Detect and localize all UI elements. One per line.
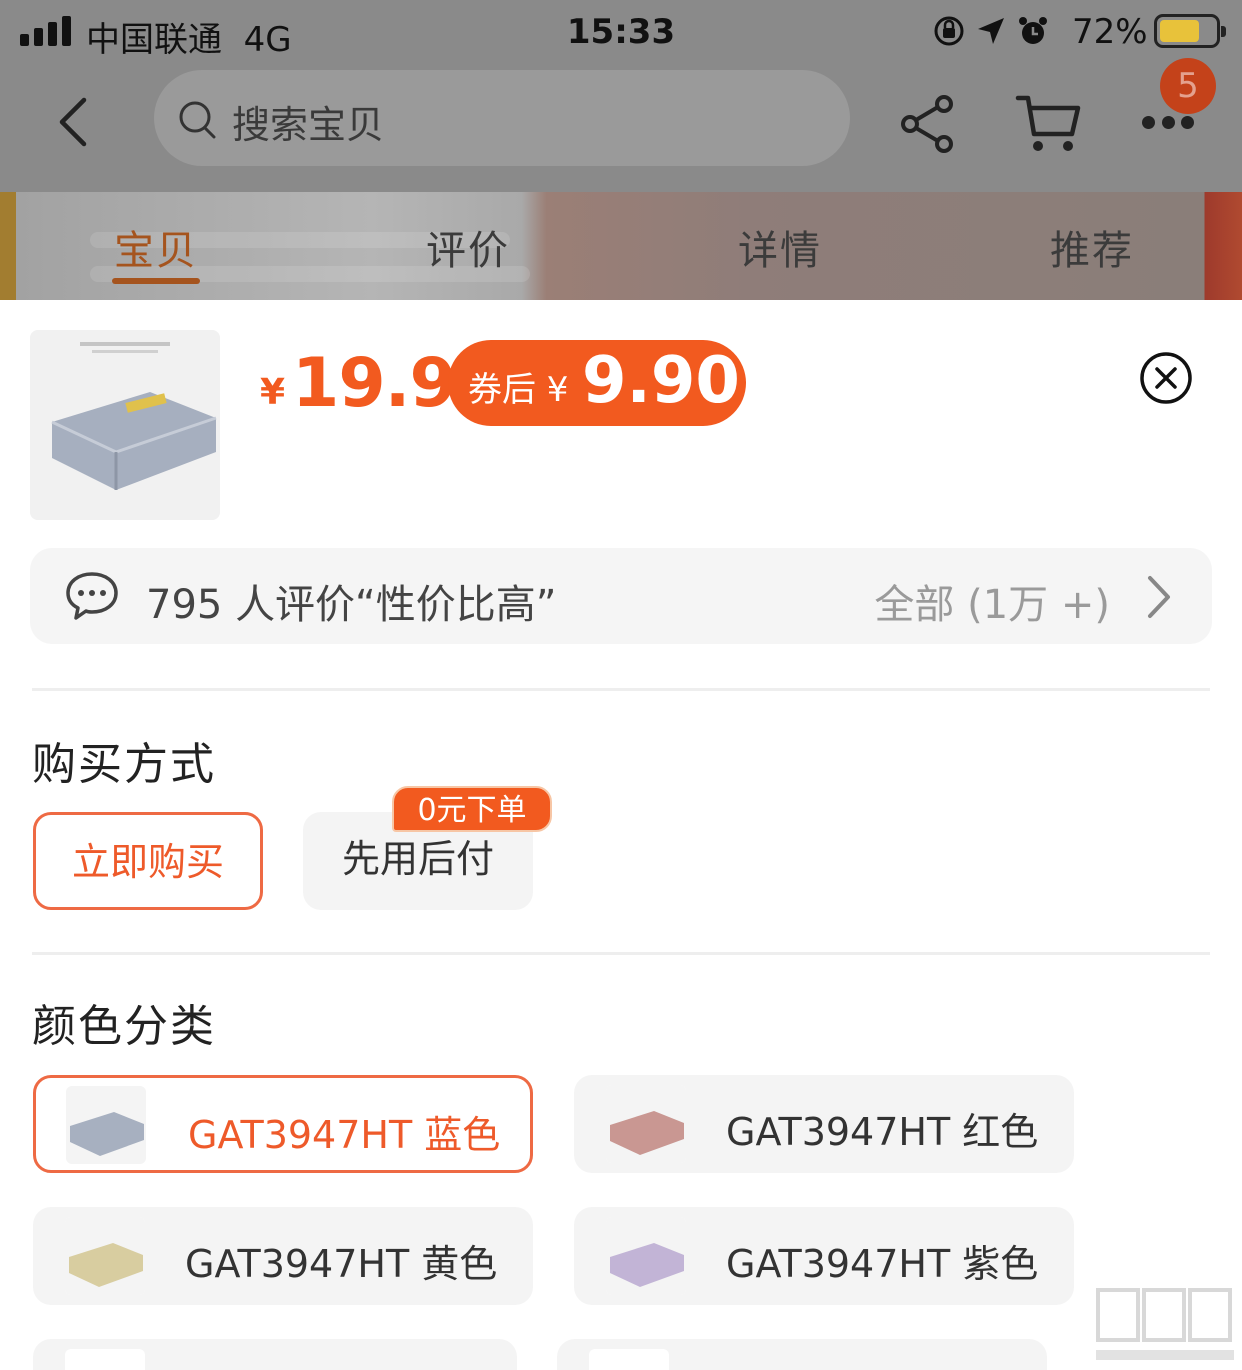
- color-option-label: GAT3947HT 黄色: [185, 1242, 498, 1286]
- color-option-purple[interactable]: GAT3947HT 紫色: [574, 1207, 1074, 1305]
- status-bar: 中国联通 4G 15:33 72%: [0, 0, 1242, 64]
- more-icon[interactable]: [1142, 116, 1194, 132]
- sku-selection-sheet: ¥ 19.9 券后 ¥ 9.90 795 人评价“性价比高” 全部 (1万 +)…: [0, 300, 1242, 1370]
- color-thumbnail: [66, 1086, 146, 1164]
- active-tab-indicator: [112, 278, 200, 284]
- dimmed-page-header: 中国联通 4G 15:33 72% 搜索宝贝 5 宝贝 评价 详情 推荐: [0, 0, 1242, 300]
- tab-recommend[interactable]: 推荐: [1050, 218, 1134, 276]
- tab-details[interactable]: 详情: [738, 218, 822, 276]
- color-thumbnail: [606, 1085, 686, 1163]
- back-icon[interactable]: [44, 92, 104, 152]
- color-option-partial[interactable]: [557, 1339, 1047, 1370]
- battery-icon: [1154, 14, 1226, 48]
- color-option-yellow[interactable]: GAT3947HT 黄色: [33, 1207, 533, 1305]
- tab-reviews[interactable]: 评价: [426, 218, 510, 276]
- divider: [32, 952, 1210, 955]
- color-thumbnail: [606, 1217, 686, 1295]
- color-option-label: GAT3947HT 紫色: [726, 1242, 1039, 1286]
- color-thumbnail: [65, 1349, 145, 1370]
- clock: 15:33: [566, 12, 676, 52]
- color-thumbnail: [65, 1217, 145, 1295]
- close-icon[interactable]: [1138, 350, 1194, 406]
- search-bar[interactable]: 搜索宝贝: [154, 70, 850, 166]
- coupon-price-pill: 券后 ¥ 9.90: [448, 340, 746, 426]
- product-price: 19.9: [292, 344, 457, 423]
- review-highlight: 795 人评价“性价比高”: [146, 582, 557, 628]
- search-placeholder: 搜索宝贝: [232, 103, 385, 147]
- color-option-blue[interactable]: GAT3947HT 蓝色: [33, 1075, 533, 1173]
- all-reviews-link[interactable]: 全部 (1万 +): [874, 572, 1110, 630]
- color-option-label: GAT3947HT 蓝色: [188, 1113, 501, 1157]
- purchase-method-title: 购买方式: [32, 739, 216, 790]
- share-icon[interactable]: [898, 94, 958, 154]
- chat-bubble-icon: [66, 572, 118, 620]
- color-thumbnail: [589, 1349, 669, 1370]
- battery-percent: 72%: [1072, 12, 1148, 52]
- cart-icon[interactable]: [1014, 92, 1082, 156]
- rotation-lock-icon: [934, 16, 964, 46]
- zero-down-badge: 0元下单: [392, 786, 552, 832]
- search-icon: [179, 101, 216, 139]
- navigation-bar: 搜索宝贝: [0, 64, 1242, 192]
- color-option-label: GAT3947HT 红色: [726, 1110, 1039, 1154]
- divider: [32, 688, 1210, 691]
- product-tabs: 宝贝 评价 详情 推荐: [0, 192, 1242, 300]
- color-option-red[interactable]: GAT3947HT 红色: [574, 1075, 1074, 1173]
- alarm-icon: [1019, 17, 1047, 44]
- price-currency: ¥: [260, 372, 286, 413]
- location-icon: [978, 18, 1004, 44]
- coupon-label: 券后 ¥: [468, 370, 569, 410]
- cart-count-badge: 5: [1160, 58, 1216, 114]
- review-summary-bar[interactable]: 795 人评价“性价比高” 全部 (1万 +): [30, 548, 1212, 644]
- site-watermark-logo: [1096, 1288, 1234, 1360]
- buy-now-option[interactable]: 立即购买: [33, 812, 263, 910]
- color-option-partial[interactable]: [33, 1339, 517, 1370]
- tab-item[interactable]: 宝贝: [114, 218, 198, 276]
- product-thumbnail[interactable]: [30, 330, 220, 520]
- coupon-price: 9.90: [582, 344, 740, 418]
- color-category-title: 颜色分类: [32, 1001, 216, 1052]
- chevron-right-icon: [1148, 576, 1170, 618]
